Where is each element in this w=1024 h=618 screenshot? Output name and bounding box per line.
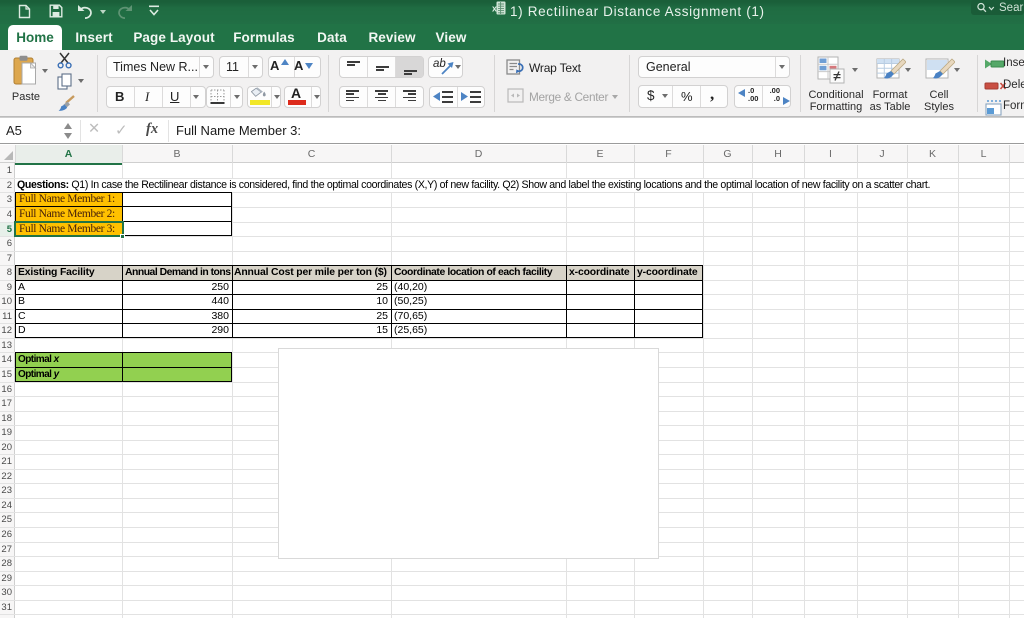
svg-text:x: x <box>492 4 497 14</box>
